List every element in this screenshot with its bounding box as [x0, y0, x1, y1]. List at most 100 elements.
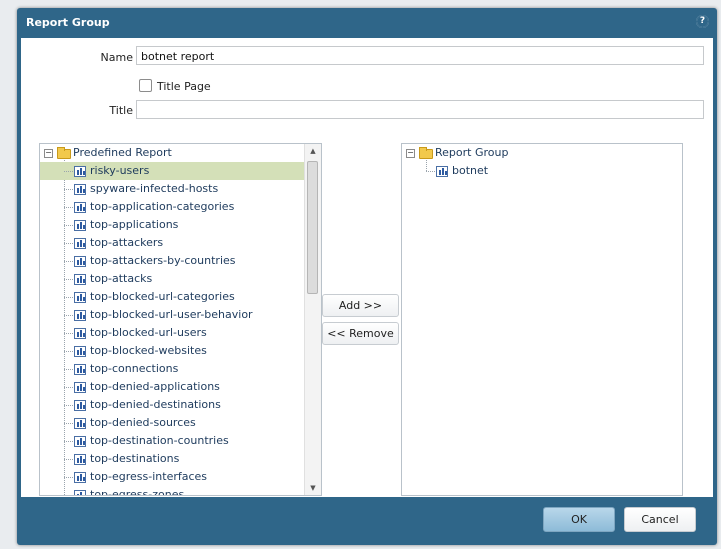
folder-icon — [57, 147, 71, 159]
tree-connector — [64, 405, 73, 406]
report-icon — [74, 310, 86, 321]
predefined-report-tree[interactable]: − Predefined Report risky-users spyware-inf… — [39, 143, 322, 496]
tree-item[interactable]: top-blocked-url-user-behavior — [40, 306, 304, 324]
folder-icon — [419, 147, 433, 159]
tree-item[interactable]: top-denied-destinations — [40, 396, 304, 414]
tree-item[interactable]: botnet — [402, 162, 682, 180]
tree-item[interactable]: top-connections — [40, 360, 304, 378]
dialog-content: Name botnet report Title Page Title − Pre… — [21, 38, 713, 497]
tree-item-label: top-attackers — [90, 236, 164, 249]
tree-connector — [64, 441, 73, 442]
report-icon — [74, 400, 86, 411]
tree-item[interactable]: top-attacks — [40, 270, 304, 288]
tree-item[interactable]: top-denied-sources — [40, 414, 304, 432]
title-label: Title — [109, 104, 133, 117]
tree-item[interactable]: top-egress-interfaces — [40, 468, 304, 486]
tree-connector — [64, 333, 73, 334]
tree-item[interactable]: top-blocked-url-users — [40, 324, 304, 342]
tree-connector — [64, 459, 73, 460]
tree-item-label: top-blocked-url-categories — [90, 290, 235, 303]
scroll-down-arrow-icon[interactable]: ▼ — [305, 481, 321, 495]
tree-item[interactable]: top-destination-countries — [40, 432, 304, 450]
tree-item[interactable]: spyware-infected-hosts — [40, 180, 304, 198]
tree-item-label: top-egress-zones — [90, 488, 185, 496]
report-icon — [74, 472, 86, 483]
tree-item-label: top-destination-countries — [90, 434, 229, 447]
tree-item[interactable]: top-application-categories — [40, 198, 304, 216]
tree-connector — [64, 423, 73, 424]
dialog-footer: OK Cancel — [17, 497, 717, 545]
tree-item[interactable]: top-attackers — [40, 234, 304, 252]
report-icon — [74, 490, 86, 495]
tree-connector — [64, 243, 73, 244]
add-button[interactable]: Add >> — [322, 294, 399, 317]
cancel-button[interactable]: Cancel — [624, 507, 696, 532]
report-icon — [74, 238, 86, 249]
report-group-dialog: Report Group ? Name botnet report Title … — [17, 8, 717, 545]
tree-connector — [64, 225, 73, 226]
tree-item-label: top-attacks — [90, 272, 153, 285]
tree-root-label: Report Group — [435, 146, 509, 159]
tree-item-label: top-destinations — [90, 452, 180, 465]
tree-connector — [64, 189, 73, 190]
tree-item-label: top-blocked-url-users — [90, 326, 207, 339]
tree-connector — [64, 315, 73, 316]
tree-item-label: top-applications — [90, 218, 179, 231]
tree-item[interactable]: top-blocked-url-categories — [40, 288, 304, 306]
tree-item[interactable]: top-applications — [40, 216, 304, 234]
name-field[interactable]: botnet report — [136, 46, 704, 65]
tree-item-label: top-denied-sources — [90, 416, 196, 429]
tree-connector — [426, 171, 435, 172]
tree-connector — [64, 279, 73, 280]
tree-item[interactable]: risky-users — [40, 162, 304, 180]
tree-connector — [64, 477, 73, 478]
report-icon — [74, 328, 86, 339]
tree-connector — [64, 207, 73, 208]
tree-item-label: top-denied-destinations — [90, 398, 221, 411]
tree-item-label: top-blocked-websites — [90, 344, 207, 357]
tree-item[interactable]: top-attackers-by-countries — [40, 252, 304, 270]
tree-root[interactable]: − Predefined Report — [40, 144, 304, 162]
help-icon[interactable]: ? — [696, 15, 709, 28]
report-icon — [74, 166, 86, 177]
report-icon — [74, 220, 86, 231]
report-group-tree[interactable]: − Report Group botnet — [401, 143, 683, 496]
title-page-label: Title Page — [157, 80, 211, 93]
tree-connector — [64, 297, 73, 298]
scroll-up-arrow-icon[interactable]: ▲ — [305, 144, 321, 158]
collapse-icon[interactable]: − — [44, 149, 53, 158]
report-icon — [436, 166, 448, 177]
report-icon — [74, 256, 86, 267]
title-page-checkbox[interactable] — [139, 79, 152, 92]
tree-item-label: botnet — [452, 164, 489, 177]
tree-connector — [64, 351, 73, 352]
tree-item[interactable]: top-blocked-websites — [40, 342, 304, 360]
report-icon — [74, 292, 86, 303]
tree-item-label: top-egress-interfaces — [90, 470, 208, 483]
tree-item-label: spyware-infected-hosts — [90, 182, 219, 195]
tree-item[interactable]: top-egress-zones — [40, 486, 304, 496]
tree-item[interactable]: top-destinations — [40, 450, 304, 468]
tree-connector — [64, 369, 73, 370]
report-icon — [74, 418, 86, 429]
tree-root[interactable]: − Report Group — [402, 144, 682, 162]
report-icon — [74, 382, 86, 393]
tree-connector — [64, 387, 73, 388]
tree-item[interactable]: top-denied-applications — [40, 378, 304, 396]
title-field[interactable] — [136, 100, 704, 119]
tree-item-label: top-connections — [90, 362, 179, 375]
tree-connector — [64, 495, 73, 496]
dialog-title: Report Group — [26, 16, 110, 29]
tree-item-label: top-attackers-by-countries — [90, 254, 236, 267]
name-label: Name — [100, 51, 133, 64]
scroll-thumb[interactable] — [307, 161, 318, 294]
tree-scrollbar[interactable]: ▲ ▼ — [304, 144, 321, 495]
remove-button[interactable]: << Remove — [322, 322, 399, 345]
ok-button[interactable]: OK — [543, 507, 615, 532]
report-icon — [74, 454, 86, 465]
tree-connector — [64, 171, 73, 172]
tree-connector — [64, 261, 73, 262]
dialog-titlebar: Report Group ? — [17, 8, 717, 38]
collapse-icon[interactable]: − — [406, 149, 415, 158]
report-icon — [74, 436, 86, 447]
